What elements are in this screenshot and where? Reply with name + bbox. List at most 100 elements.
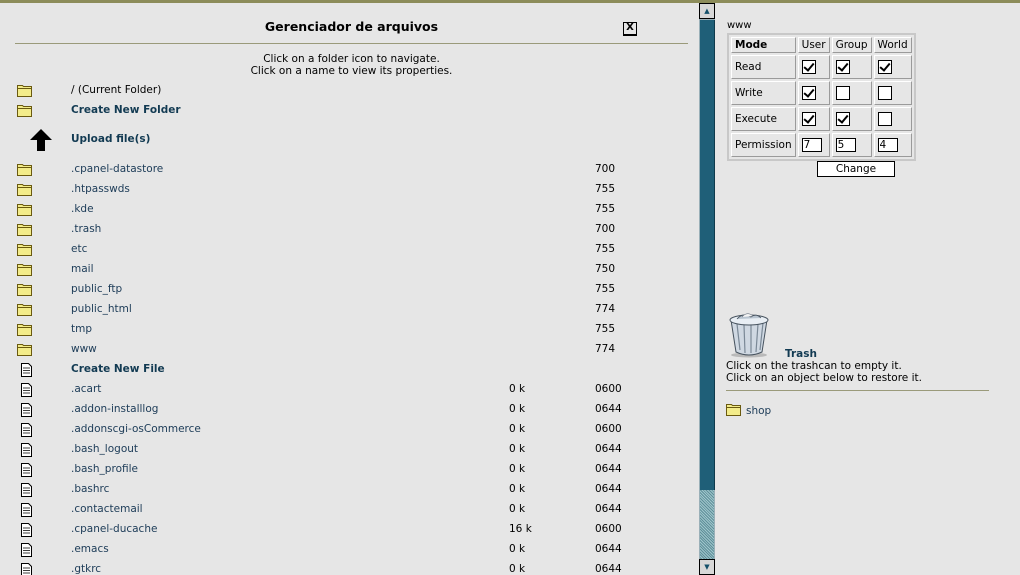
folder-row[interactable]: .cpanel-datastore 700	[0, 160, 697, 180]
file-icon[interactable]	[19, 563, 35, 575]
item-name[interactable]: / (Current Folder)	[71, 84, 161, 96]
item-name[interactable]: .bash_profile	[71, 463, 138, 475]
folder-row[interactable]: mail 750	[0, 260, 697, 280]
execute-group-checkbox[interactable]	[835, 112, 850, 126]
file-row[interactable]: .emacs 0 k 0644	[0, 540, 697, 560]
item-name[interactable]: .kde	[71, 203, 94, 215]
read-user-checkbox[interactable]	[801, 60, 816, 74]
item-name[interactable]: .bash_logout	[71, 443, 138, 455]
file-row[interactable]: .cpanel-ducache 16 k 0600	[0, 520, 697, 540]
folder-icon[interactable]	[17, 223, 33, 237]
file-row[interactable]: .addonscgi-osCommerce 0 k 0600	[0, 420, 697, 440]
item-name[interactable]: .cpanel-datastore	[71, 163, 163, 175]
file-row[interactable]: .acart 0 k 0600	[0, 380, 697, 400]
current-folder[interactable]: / (Current Folder)	[0, 81, 697, 101]
folder-icon[interactable]	[17, 283, 33, 297]
trashcan-icon[interactable]	[725, 308, 775, 358]
scroll-down-button[interactable]: ▼	[699, 559, 715, 575]
item-name[interactable]: public_html	[71, 303, 132, 315]
item-name[interactable]: .emacs	[71, 543, 109, 555]
world-cell	[873, 107, 912, 131]
file-icon[interactable]	[19, 523, 35, 537]
item-name[interactable]: .addon-installlog	[71, 403, 158, 415]
file-icon[interactable]	[19, 503, 35, 517]
item-name[interactable]: Create New Folder	[71, 104, 181, 116]
item-name[interactable]: etc	[71, 243, 87, 255]
item-size: 0 k	[509, 563, 526, 575]
write-user-checkbox[interactable]	[801, 86, 816, 100]
file-row[interactable]: .contactemail 0 k 0644	[0, 500, 697, 520]
folder-icon[interactable]	[17, 84, 33, 98]
perm-world-input[interactable]	[877, 138, 898, 152]
folder-icon[interactable]	[17, 104, 33, 118]
perm-user-input[interactable]	[801, 138, 822, 152]
file-row[interactable]: .gtkrc 0 k 0644	[0, 560, 697, 575]
up-arrow-icon[interactable]	[29, 128, 53, 152]
folder-icon[interactable]	[17, 183, 33, 197]
item-name[interactable]: .addonscgi-osCommerce	[71, 423, 201, 435]
folder-icon[interactable]	[17, 163, 33, 177]
item-name[interactable]: public_ftp	[71, 283, 122, 295]
trash-link[interactable]: Trash	[785, 348, 817, 360]
item-name[interactable]: .bashrc	[71, 483, 109, 495]
read-group-checkbox[interactable]	[835, 60, 850, 74]
trash-item-name[interactable]: shop	[746, 405, 771, 417]
permissions-table: Mode User Group World Read Write Execute P…	[727, 33, 916, 161]
upload-link[interactable]: Upload file(s)	[0, 128, 697, 152]
file-row[interactable]: .bashrc 0 k 0644	[0, 480, 697, 500]
folder-icon[interactable]	[17, 343, 33, 357]
read-world-checkbox[interactable]	[877, 60, 892, 74]
folder-row[interactable]: tmp 755	[0, 320, 697, 340]
create-folder-link[interactable]: Create New Folder	[0, 101, 697, 121]
execute-user-checkbox[interactable]	[801, 112, 816, 126]
file-icon[interactable]	[19, 543, 35, 557]
item-permission: 0644	[595, 463, 622, 475]
item-permission: 0644	[595, 403, 622, 415]
item-name[interactable]: mail	[71, 263, 94, 275]
write-world-checkbox[interactable]	[877, 86, 892, 100]
folder-icon[interactable]	[17, 263, 33, 277]
file-icon[interactable]	[19, 483, 35, 497]
item-name[interactable]: tmp	[71, 323, 92, 335]
item-name[interactable]: .gtkrc	[71, 563, 101, 575]
file-icon[interactable]	[19, 383, 35, 397]
user-cell	[797, 81, 830, 105]
file-icon[interactable]	[19, 403, 35, 417]
file-icon[interactable]	[19, 363, 35, 377]
change-button[interactable]: Change	[817, 161, 895, 177]
folder-row[interactable]: .kde 755	[0, 200, 697, 220]
item-name[interactable]: Upload file(s)	[71, 133, 150, 145]
folder-row[interactable]: www 774	[0, 340, 697, 360]
folder-icon[interactable]	[17, 243, 33, 257]
item-name[interactable]: .contactemail	[71, 503, 143, 515]
item-name[interactable]: .acart	[71, 383, 101, 395]
item-name[interactable]: .cpanel-ducache	[71, 523, 157, 535]
item-name[interactable]: .trash	[71, 223, 101, 235]
vertical-scrollbar[interactable]: ▲ ▼	[699, 3, 715, 575]
folder-row[interactable]: .trash 700	[0, 220, 697, 240]
close-button[interactable]: X	[623, 22, 637, 36]
file-icon[interactable]	[19, 423, 35, 437]
write-group-checkbox[interactable]	[835, 86, 850, 100]
folder-row[interactable]: etc 755	[0, 240, 697, 260]
file-icon[interactable]	[19, 443, 35, 457]
folder-icon[interactable]	[17, 303, 33, 317]
file-row[interactable]: .addon-installlog 0 k 0644	[0, 400, 697, 420]
item-name[interactable]: Create New File	[71, 363, 165, 375]
item-name[interactable]: .htpasswds	[71, 183, 130, 195]
scroll-up-button[interactable]: ▲	[699, 3, 715, 19]
file-row[interactable]: .bash_logout 0 k 0644	[0, 440, 697, 460]
create-file-link[interactable]: Create New File	[0, 360, 697, 380]
perm-group-input[interactable]	[835, 138, 856, 152]
folder-row[interactable]: public_html 774	[0, 300, 697, 320]
folder-row[interactable]: public_ftp 755	[0, 280, 697, 300]
folder-icon[interactable]	[17, 323, 33, 337]
execute-world-checkbox[interactable]	[877, 112, 892, 126]
folder-row[interactable]: .htpasswds 755	[0, 180, 697, 200]
file-icon[interactable]	[19, 463, 35, 477]
scroll-thumb[interactable]	[700, 20, 715, 490]
file-row[interactable]: .bash_profile 0 k 0644	[0, 460, 697, 480]
item-name[interactable]: www	[71, 343, 97, 355]
folder-icon[interactable]	[17, 203, 33, 217]
folder-icon[interactable]	[726, 403, 742, 417]
